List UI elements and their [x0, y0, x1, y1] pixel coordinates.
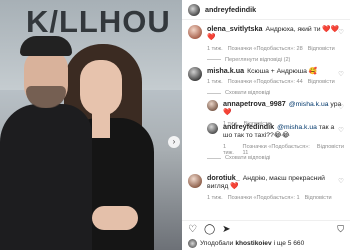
chevron-right-icon[interactable]: ›: [168, 136, 180, 148]
heart-icon[interactable]: ♡: [338, 177, 344, 185]
reply-link[interactable]: Відповісти: [308, 79, 335, 85]
likes-summary[interactable]: Уподобали khostikoiev і ще 5 660: [188, 239, 304, 248]
reply-username[interactable]: annapetrova_9987: [223, 99, 286, 108]
reply-username[interactable]: andreyfedindik: [223, 122, 274, 131]
post-header: andreyfedindik: [182, 0, 350, 20]
comment-likes[interactable]: Позначки «Подобається»: 1: [228, 195, 300, 201]
replier-avatar[interactable]: [207, 123, 218, 134]
comment-likes[interactable]: Позначки «Подобається»: 28: [228, 46, 303, 52]
comment-username[interactable]: dorotiuk_: [207, 173, 240, 182]
woman-arm: [92, 206, 138, 230]
comment-icon[interactable]: ◯: [204, 224, 215, 236]
commenter-avatar[interactable]: [188, 25, 202, 39]
hide-replies-button[interactable]: Сховати відповіді: [188, 90, 344, 96]
view-replies-button[interactable]: Переглянути відповіді (2): [188, 57, 344, 63]
comment: dorotiuk_ Андрію, маєш прекрасний вигляд …: [188, 173, 344, 201]
reply-link[interactable]: Відповісти: [317, 144, 344, 156]
reply-likes[interactable]: Позначки «Подобається»: 11: [243, 144, 312, 156]
like-heart-icon[interactable]: ♡: [188, 224, 197, 236]
share-icon[interactable]: ➤: [222, 224, 230, 236]
comment-username[interactable]: misha.k.ua: [207, 66, 244, 75]
author-username[interactable]: andreyfedindik: [205, 5, 256, 14]
comment-text: Ксюша + Андрюша 🥰: [247, 68, 318, 75]
commenter-avatar[interactable]: [188, 174, 202, 188]
bookmark-icon[interactable]: ⛉: [337, 224, 344, 235]
woman-face: [80, 60, 122, 116]
heart-icon[interactable]: ♡: [338, 70, 344, 78]
reply: andreyfedindik @misha.k.ua так а шо так т…: [207, 122, 344, 156]
comment-likes[interactable]: Позначки «Подобається»: 44: [228, 79, 303, 85]
comment-time: 1 тиж.: [207, 45, 223, 52]
man-shirt: [0, 104, 92, 250]
reply-link[interactable]: Відповісти: [308, 46, 335, 52]
heart-icon[interactable]: ♡: [338, 28, 344, 36]
comment-time: 1 тиж.: [207, 194, 223, 201]
liker-avatar: [188, 239, 197, 248]
post-photo[interactable]: K/LLHOU ›: [0, 0, 182, 250]
hide-replies-button[interactable]: Сховати відповіді: [207, 155, 270, 161]
reply-link[interactable]: Відповісти: [305, 195, 332, 201]
commenter-avatar[interactable]: [188, 67, 202, 81]
liker-username[interactable]: khostikoiev: [235, 240, 271, 247]
reply-mention[interactable]: @misha.k.ua: [277, 124, 317, 131]
background-sign: K/LLHOU: [26, 4, 171, 39]
heart-icon[interactable]: ♡: [338, 103, 344, 111]
man-cap: [20, 36, 72, 56]
comments-panel: andreyfedindik olena_svitlytska Андрюха, …: [182, 0, 350, 250]
reply-mention[interactable]: @misha.k.ua: [289, 101, 329, 108]
author-avatar[interactable]: [188, 3, 200, 16]
comment-time: 1 тиж.: [207, 79, 223, 86]
post-actions: ♡ ◯ ➤ ⛉ Уподобали khostikoiev і ще 5 660: [182, 220, 350, 250]
reply-time: 1 тиж.: [223, 143, 234, 156]
comment: olena_svitlytska Андрюха, який ти ❤️❤️❤️ …: [188, 24, 344, 63]
comment-username[interactable]: olena_svitlytska: [207, 24, 263, 33]
replier-avatar[interactable]: [207, 100, 218, 111]
comment: misha.k.ua Ксюша + Андрюша 🥰 1 тиж. Позна…: [188, 66, 344, 96]
heart-icon[interactable]: ♡: [338, 126, 344, 134]
